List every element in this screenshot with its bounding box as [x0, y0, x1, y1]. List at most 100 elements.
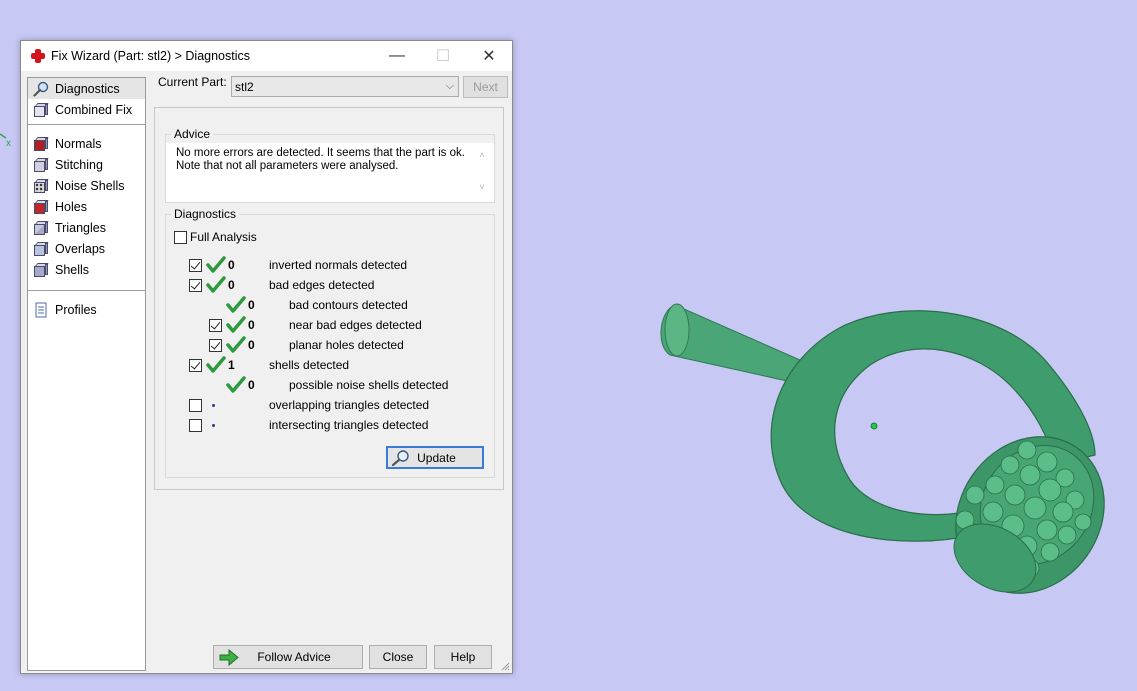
- nav-item-stitching[interactable]: Stitching: [28, 154, 145, 175]
- advice-text-box: No more errors are detected. It seems th…: [166, 143, 494, 202]
- follow-advice-label: Follow Advice: [257, 650, 331, 664]
- diagnostic-checkbox-slot[interactable]: [184, 275, 206, 295]
- diagnostic-checkbox-slot[interactable]: [184, 415, 206, 435]
- nav-item-diagnostics[interactable]: Diagnostics: [28, 78, 145, 99]
- diagnostic-checkbox[interactable]: [188, 278, 202, 292]
- diagnostic-count: 1: [228, 358, 235, 372]
- triangles-cube-icon: [33, 220, 49, 236]
- nav-item-label: Diagnostics: [55, 81, 120, 96]
- diagnostics-panel: Advice No more errors are detected. It s…: [154, 107, 504, 490]
- diagnostic-label: near bad edges detected: [289, 318, 422, 332]
- diagnostic-label: planar holes detected: [289, 338, 404, 352]
- chevron-down-icon: ⌵: [445, 80, 454, 92]
- diagnostic-label: shells detected: [269, 358, 350, 372]
- next-button[interactable]: Next: [463, 76, 508, 98]
- diagnostic-label: intersecting triangles detected: [269, 418, 429, 432]
- nav-item-normals[interactable]: Normals: [28, 133, 145, 154]
- nav-item-label: Noise Shells: [55, 178, 125, 193]
- diagnostic-checkbox[interactable]: [188, 398, 202, 412]
- diagnostic-checkbox[interactable]: [208, 318, 222, 332]
- maximize-button[interactable]: ☐: [420, 41, 466, 71]
- green-check-icon: [226, 316, 246, 333]
- nav-item-label: Triangles: [55, 220, 106, 235]
- diagnostic-row: 0 bad contours detected: [204, 295, 408, 315]
- pending-dot-icon: [212, 403, 215, 407]
- title-bar[interactable]: Fix Wizard (Part: stl2) > Diagnostics — …: [21, 41, 512, 71]
- green-check-icon: [206, 256, 226, 273]
- nav-item-combined-fix[interactable]: Combined Fix: [28, 99, 145, 120]
- diagnostic-checkbox[interactable]: [188, 258, 202, 272]
- diagnostic-checkbox-slot: [204, 295, 226, 315]
- stitching-cube-icon: [33, 157, 49, 173]
- axis-x-label: x: [6, 138, 11, 149]
- advice-group: Advice No more errors are detected. It s…: [165, 127, 495, 203]
- green-check-icon: [226, 336, 246, 353]
- resize-grip-icon[interactable]: [500, 661, 510, 671]
- diagnostic-row: 0 inverted normals detected: [184, 255, 407, 275]
- diagnostic-count: 0: [228, 258, 235, 272]
- update-label: Update: [417, 450, 456, 465]
- diagnostic-checkbox-slot: [204, 375, 226, 395]
- magnifier-icon: [33, 81, 49, 97]
- follow-advice-button[interactable]: Follow Advice: [213, 645, 363, 669]
- close-button[interactable]: Close: [369, 645, 427, 669]
- axis-indicator-x: x: [0, 133, 11, 149]
- diagnostics-group-title: Diagnostics: [171, 207, 240, 221]
- pending-dot-icon: [212, 423, 215, 427]
- diagnostic-checkbox-slot[interactable]: [204, 315, 226, 335]
- full-analysis-checkbox[interactable]: [174, 230, 187, 244]
- diagnostic-checkbox[interactable]: [188, 418, 202, 432]
- advice-text-line-1: No more errors are detected. It seems th…: [176, 147, 465, 159]
- nav-item-holes[interactable]: Holes: [28, 196, 145, 217]
- diagnostic-row: 0 near bad edges detected: [204, 315, 422, 335]
- minimize-button[interactable]: —: [374, 41, 420, 71]
- green-check-icon: [226, 376, 246, 393]
- normals-cube-icon: [33, 136, 49, 152]
- diagnostic-checkbox-slot[interactable]: [184, 255, 206, 275]
- diagnostic-count: 0: [248, 378, 255, 392]
- help-button[interactable]: Help: [434, 645, 492, 669]
- diagnostic-checkbox[interactable]: [208, 338, 222, 352]
- green-check-icon: [226, 296, 246, 313]
- nav-item-label: Stitching: [55, 157, 103, 172]
- nav-item-noise-shells[interactable]: Noise Shells: [28, 175, 145, 196]
- magnifier-icon: [391, 449, 409, 466]
- diagnostic-row: overlapping triangles detected: [184, 395, 429, 415]
- nav-item-overlaps[interactable]: Overlaps: [28, 238, 145, 259]
- green-arrow-icon: [219, 649, 239, 666]
- diagnostics-group: Diagnostics Full Analysis 0 inverted norm…: [165, 207, 495, 478]
- diagnostic-count: 0: [248, 338, 255, 352]
- nav-item-profiles[interactable]: Profiles: [28, 299, 145, 320]
- nav-divider: [28, 124, 145, 125]
- diagnostic-checkbox-slot[interactable]: [204, 335, 226, 355]
- nav-divider: [28, 290, 145, 291]
- cube-icon: [33, 102, 49, 118]
- update-button[interactable]: Update: [386, 446, 484, 469]
- 3d-model-ring[interactable]: [655, 290, 1115, 610]
- nav-item-shells[interactable]: Shells: [28, 259, 145, 280]
- wizard-nav-panel: Diagnostics Combined Fix Normals Stitchi…: [27, 77, 146, 671]
- diagnostic-label: overlapping triangles detected: [269, 398, 430, 412]
- diagnostic-count: 0: [248, 318, 255, 332]
- green-check-icon: [206, 276, 226, 293]
- nav-item-label: Shells: [55, 262, 90, 277]
- shells-cube-icon: [33, 262, 49, 278]
- diagnostic-checkbox[interactable]: [188, 358, 202, 372]
- diagnostic-row: 0 planar holes detected: [204, 335, 404, 355]
- current-part-select[interactable]: stl2 ⌵: [231, 76, 459, 97]
- advice-scrollbar[interactable]: ˄ ˅: [476, 147, 488, 197]
- document-icon: [35, 302, 47, 317]
- overlaps-cube-icon: [33, 241, 49, 257]
- diagnostic-count: 0: [228, 278, 235, 292]
- diagnostic-checkbox-slot[interactable]: [184, 395, 206, 415]
- fix-wizard-dialog: Fix Wizard (Part: stl2) > Diagnostics — …: [20, 40, 513, 674]
- diagnostic-label: bad edges detected: [269, 278, 375, 292]
- red-cross-icon: [31, 49, 45, 63]
- close-window-button[interactable]: ✕: [466, 41, 512, 71]
- advice-text-line-2: Note that not all parameters were analys…: [176, 160, 399, 172]
- diagnostic-checkbox-slot[interactable]: [184, 355, 206, 375]
- full-analysis-option[interactable]: Full Analysis: [174, 230, 257, 244]
- advice-group-title: Advice: [171, 127, 214, 141]
- diagnostic-row: intersecting triangles detected: [184, 415, 428, 435]
- nav-item-triangles[interactable]: Triangles: [28, 217, 145, 238]
